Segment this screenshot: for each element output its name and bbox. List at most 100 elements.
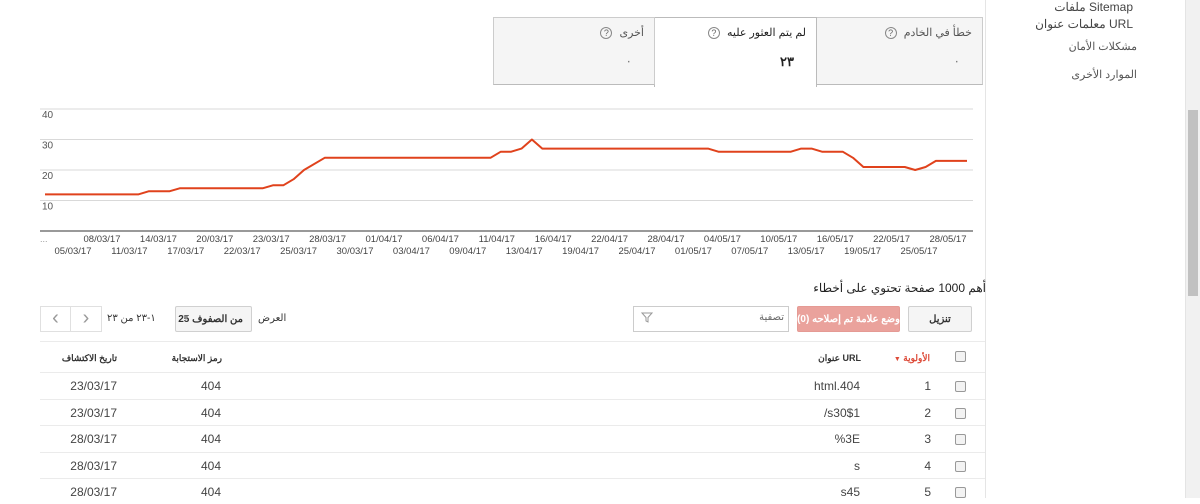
x-tick-label: 06/04/17 — [422, 234, 459, 245]
x-tick-label: 22/05/17 — [873, 234, 910, 245]
y-tick-label: 30 — [42, 141, 54, 152]
help-icon[interactable]: ? — [884, 27, 897, 40]
prev-page-button[interactable]: ‹ — [41, 307, 72, 331]
row-checkbox[interactable] — [955, 460, 966, 472]
x-tick-label: 25/05/17 — [901, 246, 938, 257]
priority-cell: 4 — [924, 458, 931, 473]
table-row[interactable]: 1 html.404 404 23/03/17 — [40, 372, 985, 398]
help-icon[interactable]: ? — [707, 27, 720, 40]
priority-cell: 3 — [924, 432, 931, 446]
row-checkbox[interactable] — [955, 407, 966, 419]
page-scrollbar[interactable] — [1185, 0, 1200, 498]
url-cell[interactable]: %3E — [835, 432, 860, 446]
help-icon[interactable]: ? — [600, 27, 613, 40]
select-all-checkbox[interactable] — [955, 351, 966, 362]
detected-date-cell: 23/03/17 — [70, 379, 117, 393]
table-row[interactable]: 3 %3E 404 28/03/17 — [40, 425, 985, 451]
tab-server-error[interactable]: خطأ في الخادم ? ٠ — [816, 17, 983, 85]
x-tick-label: 20/03/17 — [196, 234, 233, 245]
table-header: الأولوية ▼ عنوان URL رمز الاستجابة تاريخ… — [40, 344, 985, 370]
response-code-cell: 404 — [200, 485, 221, 499]
row-checkbox[interactable] — [955, 434, 966, 445]
list-title: أهم 1000 صفحة تحتوي على أخطاء — [813, 281, 986, 295]
response-code-header[interactable]: رمز الاستجابة — [172, 353, 222, 364]
x-tick-label: 30/03/17 — [337, 246, 374, 257]
response-code-cell: 404 — [200, 432, 221, 446]
table-row[interactable]: 2/s30$1 404 23/03/17 — [40, 398, 985, 425]
y-tick-label: 10 — [42, 202, 54, 213]
priority-header[interactable]: الأولوية ▼ — [894, 353, 930, 364]
x-tick-label: 22/04/17 — [591, 234, 628, 245]
url-cell[interactable]: s45 — [841, 485, 860, 499]
detected-date-header[interactable]: تاريخ الاكتشاف — [62, 353, 117, 364]
x-tick-label: 11/03/17 — [111, 246, 147, 257]
detected-date-cell: 23/03/17 — [70, 405, 117, 420]
sidebar-item-other-resources[interactable]: الموارد الأخرى — [1071, 68, 1137, 81]
tab-label: لم يتم العثور عليه — [727, 27, 806, 39]
x-tick-label: 16/04/17 — [535, 234, 572, 245]
url-cell[interactable]: s — [854, 459, 860, 473]
sidebar-item-security-issues[interactable]: مشكلات الأمان — [1069, 40, 1137, 53]
rows-per-page-select[interactable]: ▼ 25 من الصفوف — [175, 306, 252, 332]
x-tick-label: 13/05/17 — [788, 246, 825, 257]
x-tick-label: 17/03/17 — [167, 246, 204, 257]
x-tick-label: 03/04/17 — [393, 246, 430, 257]
next-page-button[interactable]: › — [71, 307, 101, 331]
priority-cell: 2 — [924, 405, 931, 420]
x-tick-label: 08/03/17 — [84, 234, 121, 245]
x-tick-label: 23/03/17 — [253, 234, 290, 245]
x-tick-label: 22/03/17 — [224, 246, 261, 257]
scrollbar-thumb[interactable] — [1188, 110, 1198, 296]
show-label: العرض — [258, 313, 287, 324]
url-header[interactable]: عنوان URL — [818, 353, 861, 364]
filter-input[interactable]: تصفية — [633, 306, 789, 332]
url-cell[interactable]: /s30$1 — [824, 406, 860, 420]
x-tick-label: 05/03/17 — [55, 246, 92, 257]
x-tick-label: 09/04/17 — [449, 246, 486, 257]
x-tick-label: 19/04/17 — [562, 246, 599, 257]
response-code-cell: 404 — [200, 405, 221, 420]
tab-label: خطأ في الخادم — [903, 27, 972, 39]
detected-date-cell: 28/03/17 — [70, 432, 117, 446]
filter-placeholder: تصفية — [759, 312, 784, 323]
x-tick-label: 28/04/17 — [648, 234, 685, 245]
error-count-series-line — [45, 138, 967, 196]
x-tick-label: 04/05/17 — [704, 234, 741, 245]
tab-count: ٢٣ — [780, 54, 794, 69]
x-axis-ellipsis: ... — [40, 234, 48, 244]
y-tick-label: 40 — [42, 110, 54, 121]
pagination-buttons: ‹ › — [40, 306, 102, 332]
x-tick-label: 11/04/17 — [479, 234, 515, 245]
tab-count: ٠ — [953, 54, 960, 68]
tab-not-found[interactable]: لم يتم العثور عليه ? ٢٣ — [654, 17, 817, 87]
sidebar-item-url-parameters[interactable]: معلمات عنوان URL — [1035, 17, 1133, 31]
table-row[interactable]: 4 s 404 28/03/17 — [40, 451, 985, 478]
url-cell[interactable]: html.404 — [814, 379, 860, 393]
priority-cell: 5 — [924, 485, 931, 499]
x-tick-label: 25/03/17 — [280, 246, 317, 257]
download-button[interactable]: تنزيل — [908, 306, 972, 332]
x-tick-label: 16/05/17 — [817, 234, 854, 245]
x-tick-label: 07/05/17 — [731, 246, 768, 257]
x-tick-label: 19/05/17 — [844, 246, 881, 257]
x-tick-label: 01/04/17 — [366, 234, 403, 245]
detected-date-cell: 28/03/17 — [70, 485, 117, 499]
mark-as-fixed-button[interactable]: وضع علامة تم إصلاحه (0) — [797, 306, 900, 332]
table-divider — [40, 341, 985, 342]
response-code-cell: 404 — [200, 458, 221, 473]
sidebar-item-sitemaps[interactable]: ملفات Sitemap — [1054, 0, 1133, 14]
x-tick-label: 14/03/17 — [140, 234, 177, 245]
x-tick-label: 01/05/17 — [675, 246, 712, 257]
x-tick-label: 13/04/17 — [506, 246, 543, 257]
pagination-range: ١-٢٣ من ٢٣ — [107, 313, 156, 324]
x-tick-label: 28/05/17 — [930, 234, 967, 245]
x-tick-label: 25/04/17 — [619, 246, 656, 257]
row-checkbox[interactable] — [955, 487, 966, 498]
filter-icon — [641, 312, 653, 323]
row-checkbox[interactable] — [955, 381, 966, 392]
right-sidebar: ملفات Sitemap معلمات عنوان URL مشكلات ال… — [985, 0, 1185, 498]
tab-other[interactable]: أخرى ? ٠ — [493, 17, 655, 85]
tab-label: أخرى — [619, 27, 644, 39]
table-row[interactable]: 5 s45 404 28/03/17 — [40, 478, 985, 504]
errors-line-chart: 10 20 30 40... 08/03/17 14/03/17 20/03/17 23/03… — [40, 108, 973, 257]
